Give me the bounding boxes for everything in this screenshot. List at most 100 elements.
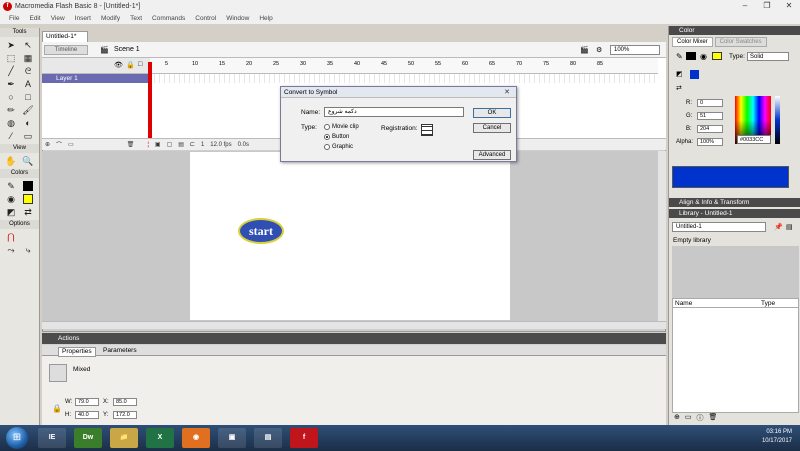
x-input[interactable]: 85.0 (113, 398, 137, 406)
properties-icon[interactable]: ⓘ (697, 413, 704, 423)
library-panel-header[interactable]: Library - Untitled-1 (669, 209, 800, 218)
library-col-type[interactable]: Type (761, 299, 775, 308)
menu-modify[interactable]: Modify (96, 15, 125, 22)
default-colors-icon[interactable]: ◩ (3, 206, 19, 218)
tab-parameters[interactable]: Parameters (100, 347, 140, 355)
align-panel-header[interactable]: Align & Info & Transform (669, 198, 800, 207)
layer-row[interactable]: Layer 1 (42, 74, 150, 83)
swap-colors-swatch[interactable] (690, 70, 699, 79)
y-input[interactable]: 172.0 (113, 411, 137, 419)
cancel-button[interactable]: Cancel (473, 123, 511, 133)
eraser-tool-icon[interactable]: ▭ (20, 130, 36, 142)
fill-bucket-icon[interactable]: ◉ (700, 52, 707, 61)
paint-bucket-tool-icon[interactable]: ◐ (20, 117, 36, 129)
taskbar-app-remote[interactable]: ▤ (254, 428, 282, 448)
menu-help[interactable]: Help (254, 15, 277, 22)
stroke-swatch[interactable] (23, 181, 33, 191)
symbol-name-input[interactable]: دکمه شروع (324, 107, 464, 117)
center-frame-icon[interactable]: ¦ (147, 142, 149, 148)
hex-input[interactable]: #0033CC (737, 135, 771, 144)
onion-skin-icon[interactable]: ▣ (155, 141, 161, 148)
default-colors-icon[interactable]: ◩ (676, 70, 683, 78)
system-tray-clock[interactable]: 03:16 PM 10/17/2017 (762, 428, 792, 446)
swap-colors-icon[interactable]: ⇄ (676, 84, 682, 92)
taskbar-app-excel[interactable]: X (146, 428, 174, 448)
tab-color-swatches[interactable]: Color Swatches (714, 37, 767, 47)
free-transform-tool-icon[interactable]: ⬚ (3, 52, 19, 64)
new-symbol-icon[interactable]: ⊕ (674, 413, 680, 423)
close-button[interactable]: ✕ (778, 0, 800, 12)
library-document-select[interactable]: Untitled-1 (672, 222, 766, 232)
text-tool-icon[interactable]: A (20, 78, 36, 90)
stage[interactable] (190, 152, 510, 320)
actions-panel-header[interactable]: Actions (42, 333, 666, 344)
type-movie-clip-radio[interactable]: Movie clip (324, 124, 359, 130)
new-folder-icon[interactable]: ▭ (685, 413, 692, 423)
fill-color-swatch[interactable] (712, 52, 722, 60)
stroke-color-swatch[interactable] (686, 52, 696, 60)
start-button-graphic[interactable]: start (238, 218, 284, 244)
frame-ruler[interactable]: 5 10 15 20 25 30 35 40 45 50 55 60 65 70… (150, 58, 658, 74)
brightness-slider[interactable] (775, 96, 780, 144)
scene-label[interactable]: Scene 1 (114, 45, 140, 55)
outline-icon[interactable]: □ (138, 61, 142, 68)
fill-color-icon[interactable]: ◉ (3, 193, 19, 205)
type-graphic-radio[interactable]: Graphic (324, 144, 353, 150)
advanced-button[interactable]: Advanced (473, 150, 511, 160)
menu-file[interactable]: File (4, 15, 24, 22)
timeline-toggle-button[interactable]: Timeline (44, 45, 88, 55)
menu-control[interactable]: Control (190, 15, 221, 22)
registration-grid[interactable] (421, 124, 433, 136)
playhead[interactable] (148, 62, 152, 150)
new-library-icon[interactable]: ▤ (786, 223, 793, 231)
width-input[interactable]: 79.0 (75, 398, 99, 406)
delete-icon[interactable]: 🗑 (709, 413, 718, 423)
smooth-icon[interactable]: ⤳ (3, 244, 19, 256)
color-panel-header[interactable]: Color (669, 26, 800, 35)
delete-layer-icon[interactable]: 🗑 (127, 141, 135, 148)
snap-magnet-icon[interactable]: ⋂ (3, 231, 19, 243)
tab-properties[interactable]: Properties (58, 347, 96, 357)
menu-commands[interactable]: Commands (147, 15, 190, 22)
library-list[interactable]: Name Type (672, 298, 799, 413)
brush-tool-icon[interactable]: 🖌 (20, 104, 36, 116)
add-guide-icon[interactable]: ⌒ (56, 140, 62, 149)
pencil-tool-icon[interactable]: ✏ (3, 104, 19, 116)
taskbar-app-dreamweaver[interactable]: Dw (74, 428, 102, 448)
green-input[interactable]: 51 (697, 112, 723, 120)
frame-rate[interactable]: 12.0 fps (210, 142, 231, 148)
start-menu-button[interactable]: ⊞ (6, 427, 28, 449)
height-input[interactable]: 40.0 (75, 411, 99, 419)
fill-type-select[interactable]: Solid (747, 52, 789, 61)
taskbar-app-flash[interactable]: f (290, 428, 318, 448)
blue-input[interactable]: 204 (697, 125, 723, 133)
horizontal-scrollbar[interactable] (42, 321, 666, 329)
alpha-input[interactable]: 100% (697, 138, 723, 146)
taskbar-app-explorer[interactable]: 📁 (110, 428, 138, 448)
ok-button[interactable]: OK (473, 108, 511, 118)
menu-text[interactable]: Text (125, 15, 147, 22)
dialog-close-icon[interactable]: ✕ (500, 88, 514, 97)
subselect-tool-icon[interactable]: ↖ (20, 39, 36, 51)
eyedropper-tool-icon[interactable]: ⁄ (3, 130, 19, 142)
hand-tool-icon[interactable]: ✋ (3, 155, 19, 167)
eye-icon[interactable]: 👁 (114, 61, 123, 69)
rectangle-tool-icon[interactable]: □ (20, 91, 36, 103)
edit-multiple-icon[interactable]: ▤ (178, 141, 184, 148)
taskbar-app-ie[interactable]: IE (38, 428, 66, 448)
swap-colors-icon[interactable]: ⇄ (20, 206, 36, 218)
red-input[interactable]: 0 (697, 99, 723, 107)
onion-markers-icon[interactable]: ⊏ (190, 141, 195, 148)
document-tab[interactable]: Untitled-1* (42, 31, 88, 42)
line-tool-icon[interactable]: ╱ (3, 65, 19, 77)
library-col-name[interactable]: Name (675, 300, 692, 307)
stroke-pencil-icon[interactable]: ✎ (676, 52, 683, 61)
lasso-tool-icon[interactable]: ᘓ (20, 65, 36, 77)
menu-edit[interactable]: Edit (24, 15, 45, 22)
onion-outline-icon[interactable]: ▢ (167, 141, 173, 148)
zoom-select[interactable]: 100% (610, 45, 660, 55)
edit-scene-icon[interactable]: 🎬 (580, 46, 589, 54)
add-folder-icon[interactable]: ▭ (68, 141, 74, 148)
lock-proportions-icon[interactable]: 🔒 (52, 404, 62, 413)
pen-tool-icon[interactable]: ✒ (3, 78, 19, 90)
